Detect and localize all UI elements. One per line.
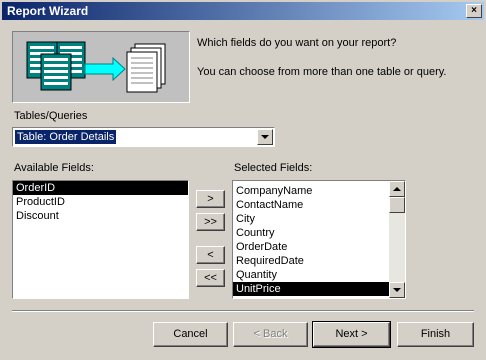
window-title: Report Wizard [7, 4, 89, 18]
available-fields-label: Available Fields: [14, 162, 94, 174]
list-item[interactable]: City [233, 212, 389, 226]
remove-all-fields-button[interactable]: << [196, 269, 225, 287]
add-all-fields-button[interactable]: >> [196, 213, 225, 231]
scroll-up-icon[interactable] [389, 181, 405, 197]
next-button[interactable]: Next > [312, 321, 391, 348]
tables-queries-label: Tables/Queries [14, 110, 88, 122]
scroll-down-icon[interactable] [389, 282, 405, 298]
report-wizard-window: Report Wizard × Which fields do you want… [0, 0, 486, 360]
scroll-thumb[interactable] [389, 197, 405, 213]
title-bar[interactable]: Report Wizard × [2, 2, 484, 20]
list-item[interactable]: Quantity [233, 268, 389, 282]
chevron-down-icon[interactable] [257, 129, 273, 145]
available-fields-list[interactable]: OrderID ProductID Discount [12, 180, 189, 299]
selected-fields-scrollbar[interactable] [389, 181, 405, 298]
cancel-button[interactable]: Cancel [153, 322, 228, 347]
list-item[interactable]: UnitPrice [233, 282, 389, 296]
tables-queries-value: Table: Order Details [15, 130, 117, 144]
list-item[interactable]: OrderID [13, 181, 188, 195]
list-item[interactable]: CompanyName [233, 184, 389, 198]
list-item[interactable]: ContactName [233, 198, 389, 212]
wizard-question: Which fields do you want on your report? [197, 37, 397, 49]
wizard-hint: You can choose from more than one table … [197, 66, 447, 78]
footer-divider [12, 310, 474, 312]
tables-queries-select[interactable]: Table: Order Details [12, 127, 275, 147]
add-field-button[interactable]: > [196, 190, 225, 208]
close-icon[interactable]: × [466, 4, 482, 18]
wizard-illustration [12, 31, 190, 103]
list-item[interactable]: RequiredDate [233, 254, 389, 268]
list-item[interactable]: Discount [13, 209, 188, 223]
list-item[interactable]: ProductID [13, 195, 188, 209]
finish-button[interactable]: Finish [397, 322, 474, 347]
back-button[interactable]: < Back [233, 322, 308, 347]
list-item[interactable]: OrderDate [233, 240, 389, 254]
remove-field-button[interactable]: < [196, 246, 225, 264]
selected-fields-list[interactable]: CompanyName ContactName City Country Ord… [232, 180, 406, 299]
table-to-report-icon [26, 41, 166, 93]
list-item[interactable]: Country [233, 226, 389, 240]
selected-fields-label: Selected Fields: [234, 162, 313, 174]
